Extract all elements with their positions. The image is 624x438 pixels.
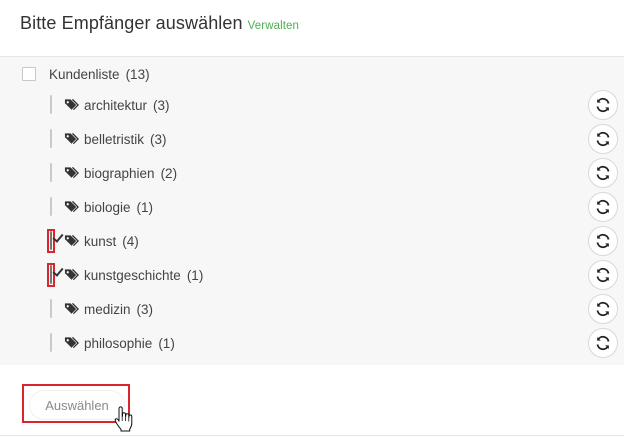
item-checkbox[interactable]	[50, 265, 52, 284]
item-checkbox[interactable]	[50, 95, 52, 114]
manage-link[interactable]: Verwalten	[248, 20, 299, 32]
select-button[interactable]: Auswählen	[30, 391, 124, 419]
item-count: (1)	[136, 199, 154, 215]
root-checkbox[interactable]	[22, 67, 36, 81]
item-count: (3)	[150, 131, 167, 147]
item-checkbox[interactable]	[50, 129, 52, 148]
item-checkbox[interactable]	[50, 197, 52, 216]
sync-icon	[596, 97, 610, 113]
dialog-header: Bitte Empfänger auswählen Verwalten	[0, 0, 624, 57]
footer-divider	[0, 435, 624, 436]
root-count: (13)	[125, 66, 150, 82]
item-checkbox[interactable]	[50, 333, 52, 352]
list-item[interactable]: biologie (1)	[50, 197, 153, 217]
sync-icon	[596, 199, 610, 215]
checkbox-highlight	[47, 263, 55, 287]
sync-button[interactable]	[588, 192, 618, 222]
list-item[interactable]: belletristik (3)	[50, 129, 167, 149]
recipient-list: Kundenliste (13) architektur (3) belletr…	[0, 57, 624, 365]
sync-button[interactable]	[588, 328, 618, 358]
list-item[interactable]: kunst (4)	[47, 229, 139, 253]
tags-icon	[64, 336, 79, 349]
checkbox-highlight	[47, 229, 55, 253]
item-label: belletristik	[84, 131, 145, 147]
item-label: biographien	[84, 165, 155, 181]
item-label: architektur	[84, 97, 148, 113]
root-label: Kundenliste	[49, 66, 120, 82]
hand-cursor-icon	[114, 406, 133, 432]
sync-icon	[596, 131, 610, 147]
tags-icon	[64, 268, 79, 281]
item-label: philosophie	[84, 335, 153, 351]
list-item[interactable]: medizin (3)	[50, 299, 153, 319]
dialog-title: Bitte Empfänger auswählen Verwalten	[20, 13, 299, 34]
sync-button[interactable]	[588, 124, 618, 154]
item-label: biologie	[84, 199, 131, 215]
item-label: kunst	[84, 233, 117, 249]
tags-icon	[64, 166, 79, 179]
sync-icon	[596, 301, 610, 317]
sync-button[interactable]	[588, 90, 618, 120]
sync-icon	[596, 335, 610, 351]
sync-icon	[596, 165, 610, 181]
item-count: (4)	[122, 233, 139, 249]
tags-icon	[64, 200, 79, 213]
sync-icon	[596, 233, 610, 249]
list-item-kundenliste[interactable]: Kundenliste (13)	[22, 64, 150, 84]
tags-icon	[64, 302, 79, 315]
item-label: kunstgeschichte	[84, 267, 181, 283]
item-count: (1)	[186, 267, 204, 283]
item-count: (1)	[158, 335, 175, 351]
sync-button[interactable]	[588, 158, 618, 188]
sync-button[interactable]	[588, 260, 618, 290]
list-item[interactable]: philosophie (1)	[50, 333, 175, 353]
item-checkbox[interactable]	[50, 231, 52, 250]
item-count: (3)	[136, 301, 154, 317]
sync-button[interactable]	[588, 226, 618, 256]
item-label: medizin	[84, 301, 131, 317]
list-item[interactable]: biographien (2)	[50, 163, 177, 183]
tags-icon	[64, 234, 79, 247]
sync-button[interactable]	[588, 294, 618, 324]
item-count: (2)	[160, 165, 178, 181]
tags-icon	[64, 132, 79, 145]
list-item[interactable]: architektur (3)	[50, 95, 170, 115]
sync-icon	[596, 267, 610, 283]
tags-icon	[64, 98, 79, 111]
item-checkbox[interactable]	[50, 299, 52, 318]
item-checkbox[interactable]	[50, 163, 52, 182]
dialog-title-text: Bitte Empfänger auswählen	[20, 13, 243, 33]
item-count: (3)	[153, 97, 170, 113]
list-item[interactable]: kunstgeschichte (1)	[47, 263, 204, 287]
